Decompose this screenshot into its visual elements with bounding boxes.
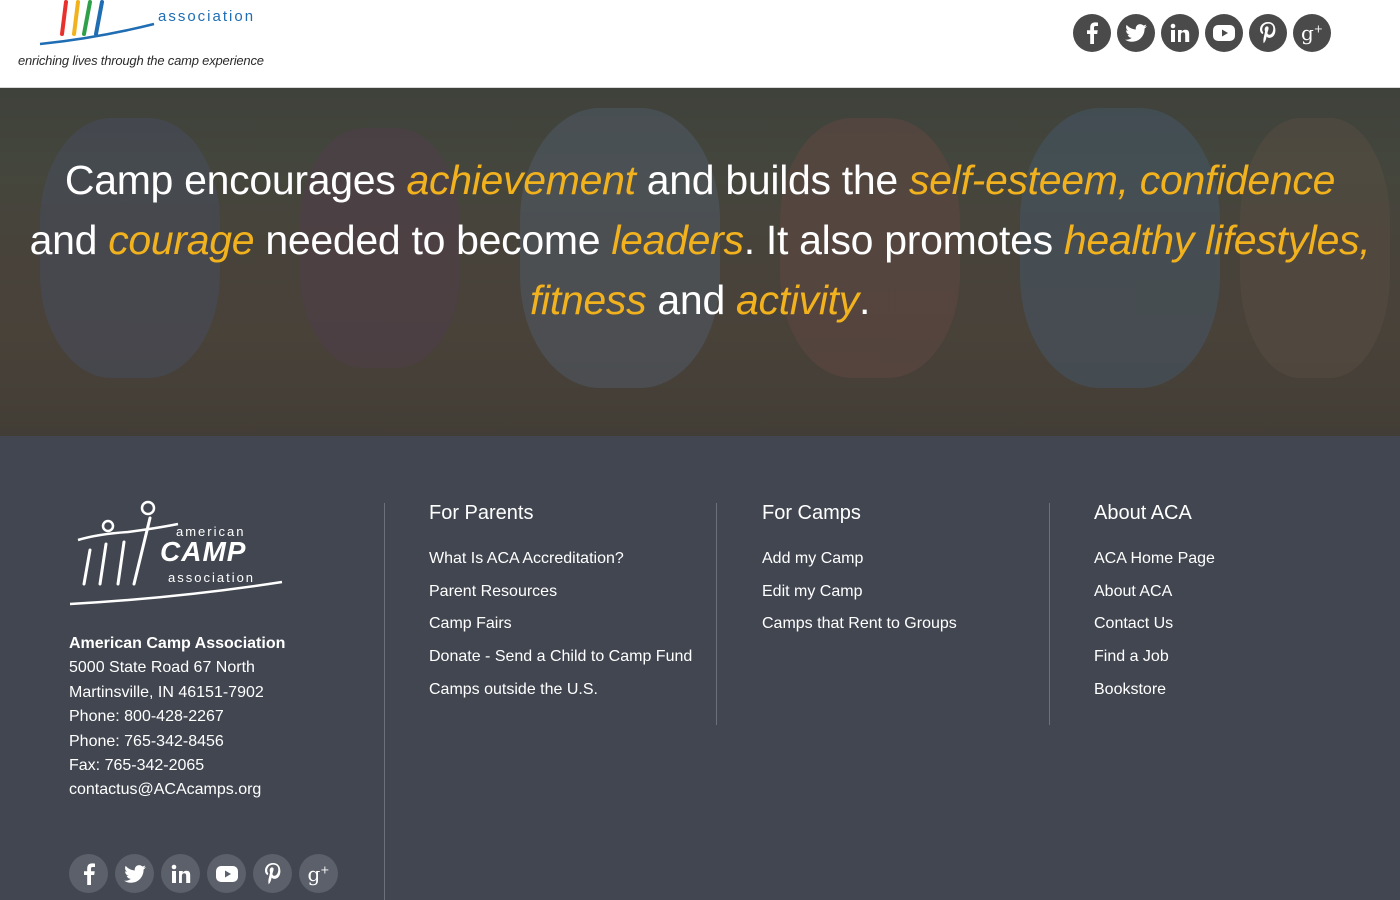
- footer-link[interactable]: Find a Job: [1094, 641, 1215, 674]
- footer-link[interactable]: Camps that Rent to Groups: [762, 608, 957, 641]
- logo-association-text: association: [158, 8, 256, 25]
- facebook-icon[interactable]: [1073, 14, 1111, 52]
- footer-divider: [384, 503, 385, 900]
- organization-name: American Camp Association: [69, 635, 286, 652]
- twitter-icon[interactable]: [1117, 14, 1155, 52]
- footer-link[interactable]: Parent Resources: [429, 576, 692, 609]
- phone-line: Phone: 765-342-8456: [69, 732, 224, 750]
- hero-text-segment: .: [858, 277, 871, 323]
- footer-link[interactable]: About ACA: [1094, 576, 1215, 609]
- linkedin-icon[interactable]: [1161, 14, 1199, 52]
- hero-highlight: achievement: [406, 157, 636, 203]
- aca-logo[interactable]: association enriching lives through the …: [18, 0, 298, 78]
- hero-highlight: activity: [736, 277, 859, 323]
- address-line: Martinsville, IN 46151-7902: [69, 683, 264, 701]
- footer-link[interactable]: Camp Fairs: [429, 608, 692, 641]
- youtube-icon[interactable]: [207, 854, 246, 893]
- pinterest-icon[interactable]: [253, 854, 292, 893]
- footer-social-links: g+: [69, 854, 338, 893]
- twitter-icon[interactable]: [115, 854, 154, 893]
- logo-camp-text: CAMP: [160, 536, 247, 567]
- hero-text-segment: needed to become: [254, 217, 612, 263]
- linkedin-icon[interactable]: [161, 854, 200, 893]
- footer-link[interactable]: Add my Camp: [762, 543, 957, 576]
- footer-link[interactable]: Bookstore: [1094, 674, 1215, 707]
- header-social-links: g+: [1073, 14, 1331, 52]
- email-link[interactable]: contactus@ACAcamps.org: [69, 778, 285, 802]
- footer-column-parents: For Parents What Is ACA Accreditation? P…: [429, 502, 692, 707]
- footer-link[interactable]: ACA Home Page: [1094, 543, 1215, 576]
- site-header: association enriching lives through the …: [0, 0, 1400, 88]
- footer-contact-info: American Camp Association 5000 State Roa…: [69, 632, 285, 803]
- footer-divider: [716, 503, 717, 725]
- footer-aca-logo[interactable]: american CAMP association: [68, 500, 288, 610]
- hero-banner: Camp encourages achievement and builds t…: [0, 88, 1400, 436]
- hero-text-segment: . It also promotes: [743, 217, 1064, 263]
- googleplus-icon[interactable]: g+: [299, 854, 338, 893]
- column-heading: About ACA: [1094, 502, 1192, 524]
- footer-link[interactable]: Contact Us: [1094, 608, 1215, 641]
- footer-link[interactable]: What Is ACA Accreditation?: [429, 543, 692, 576]
- hero-highlight: self-esteem, confidence: [908, 157, 1336, 203]
- footer-column-about: About ACA ACA Home Page About ACA Contac…: [1094, 502, 1215, 707]
- footer-divider: [1049, 503, 1050, 725]
- footer-link[interactable]: Edit my Camp: [762, 576, 957, 609]
- hero-text-segment: Camp encourages: [64, 157, 407, 203]
- hero-text-segment: and: [29, 217, 109, 263]
- youtube-icon[interactable]: [1205, 14, 1243, 52]
- logo-tagline: enriching lives through the camp experie…: [18, 53, 264, 68]
- hero-highlight: leaders: [611, 217, 744, 263]
- footer-link[interactable]: Camps outside the U.S.: [429, 674, 692, 707]
- hero-statement: Camp encourages achievement and builds t…: [0, 150, 1400, 330]
- site-footer: american CAMP association American Camp …: [0, 436, 1400, 900]
- fax-line: Fax: 765-342-2065: [69, 757, 205, 775]
- column-heading: For Parents: [429, 502, 534, 524]
- column-heading: For Camps: [762, 502, 861, 524]
- hero-text-segment: and builds the: [635, 157, 909, 203]
- hero-highlight: courage: [108, 217, 255, 263]
- aca-logo-mark-icon: [39, 0, 155, 46]
- footer-column-camps: For Camps Add my Camp Edit my Camp Camps…: [762, 502, 957, 641]
- pinterest-icon[interactable]: [1249, 14, 1287, 52]
- logo-association-text: association: [168, 570, 256, 585]
- facebook-icon[interactable]: [69, 854, 108, 893]
- footer-link[interactable]: Donate - Send a Child to Camp Fund: [429, 641, 692, 674]
- hero-text-segment: and: [646, 277, 737, 323]
- googleplus-icon[interactable]: g+: [1293, 14, 1331, 52]
- phone-line: Phone: 800-428-2267: [69, 708, 224, 726]
- address-line: 5000 State Road 67 North: [69, 659, 255, 677]
